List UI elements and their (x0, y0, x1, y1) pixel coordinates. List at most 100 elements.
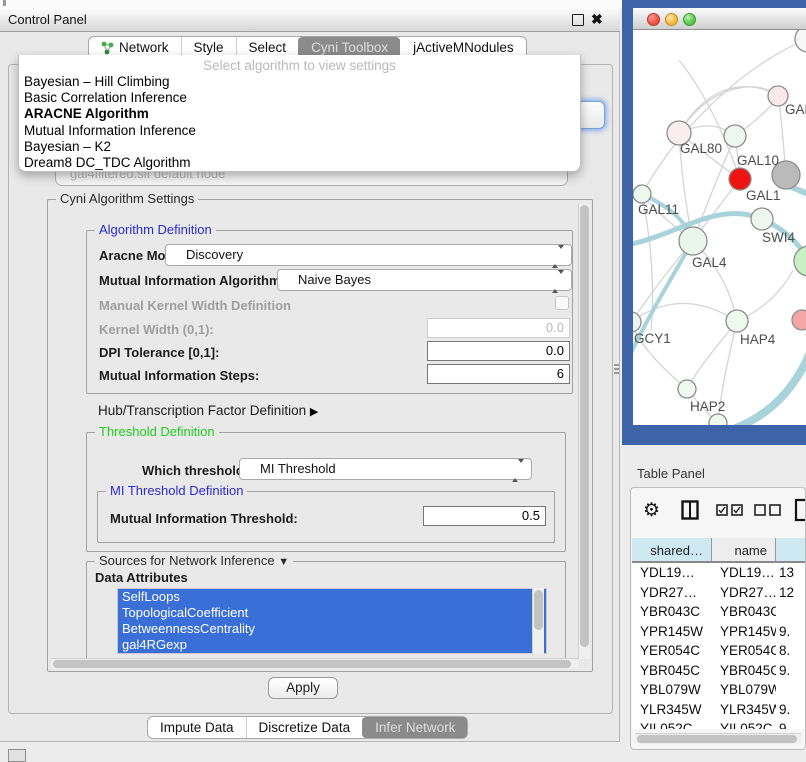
table-row[interactable]: YIL052CYIL052C9 (632, 719, 806, 729)
node-label: GAL4 (692, 255, 727, 270)
float-window-icon[interactable] (572, 14, 584, 26)
sources-title[interactable]: Sources for Network Inference ▼ (95, 554, 293, 569)
algorithm-option[interactable]: Dream8 DC_TDC Algorithm (24, 155, 575, 171)
table-cell: YLR345W (712, 700, 776, 720)
apply-button[interactable]: Apply (268, 677, 338, 699)
table-row[interactable]: YDL19…YDL19…13 (632, 563, 806, 583)
inference-algorithm-combo-fragment[interactable] (579, 101, 605, 129)
minimized-panel-icon[interactable] (8, 749, 26, 762)
attribute-item[interactable]: SelfLoops (118, 589, 546, 605)
table-header-row: shared…name (632, 538, 806, 563)
panel-splitter-handle[interactable] (614, 364, 619, 376)
mi-type-value: Naive Bayes (298, 270, 371, 290)
tab-impute-data[interactable]: Impute Data (148, 717, 246, 738)
expander-down-arrow-icon: ▼ (278, 556, 289, 568)
network-node-gal4[interactable] (679, 227, 707, 255)
algorithm-option[interactable]: Bayesian – K2 (24, 139, 575, 155)
attribute-item[interactable]: BetweennessCentrality (118, 621, 546, 637)
hub-definition-expander[interactable]: Hub/Transcription Factor Definition ▶ (98, 403, 318, 418)
aracne-mode-combo[interactable]: Discovery (165, 244, 572, 266)
combo-arrows-icon (512, 463, 524, 478)
which-threshold-combo[interactable]: MI Threshold (239, 458, 532, 480)
network-node[interactable] (794, 246, 806, 276)
algorithm-option[interactable]: ARACNE Algorithm (24, 106, 575, 122)
screen: Control Panel ✖ NetworkStyleSelectCyni T… (0, 0, 806, 762)
mi-algorithm-type-combo[interactable]: Naive Bayes (277, 269, 572, 291)
dpi-tolerance-field[interactable]: 0.0 (427, 341, 570, 361)
mi-threshold-field[interactable]: 0.5 (423, 506, 546, 526)
table-cell: 9. (776, 700, 806, 720)
table-row[interactable]: YER054CYER054C8. (632, 641, 806, 661)
table-cell: YDR27… (632, 583, 712, 603)
table-cell: YIL052C (632, 719, 712, 729)
settings-group-title: Cyni Algorithm Settings (56, 192, 198, 206)
node-label: SWI4 (762, 230, 795, 245)
mi-steps-field[interactable]: 6 (427, 364, 570, 384)
table-cell (776, 602, 806, 622)
attribute-item[interactable]: gal4RGexp (118, 637, 546, 653)
table-cell: YPR145W (632, 622, 712, 642)
minimize-traffic-light[interactable] (665, 13, 678, 26)
tab-discretize-data[interactable]: Discretize Data (246, 717, 363, 738)
table-cell: YBR043C (712, 602, 776, 622)
table-row[interactable]: YBL079WYBL079W (632, 680, 806, 700)
network-node[interactable] (709, 414, 727, 425)
zoom-traffic-light[interactable] (683, 13, 696, 26)
table-horizontal-scrollbar[interactable] (635, 733, 801, 744)
network-graph: GALGAL80GAL10GAL1GAL11GAL4SWI4GCY1HAP4YH… (633, 30, 806, 425)
attribute-item[interactable]: TopologicalCoefficient (118, 605, 546, 621)
combo-arrows-icon (552, 249, 564, 264)
network-window-titlebar[interactable] (633, 8, 806, 30)
data-attributes-label: Data Attributes (95, 570, 188, 585)
table-row[interactable]: YPR145WYPR145W9. (632, 622, 806, 642)
table-row[interactable]: YLR345WYLR345W9. (632, 700, 806, 720)
attribute-list-scrollbar[interactable] (532, 588, 544, 654)
network-canvas[interactable]: GALGAL80GAL10GAL1GAL11GAL4SWI4GCY1HAP4YH… (633, 30, 806, 425)
kernel-width-field[interactable]: 0.0 (427, 318, 570, 338)
node-attribute-table: shared…name YDL19…YDL19…13YDR27…YDR27…12… (632, 538, 806, 729)
aracne-mode-value: Discovery (186, 245, 243, 265)
settings-horizontal-scrollbar[interactable] (51, 658, 579, 669)
tab-label: Impute Data (160, 717, 234, 738)
network-node-hap4[interactable] (726, 310, 748, 332)
algorithm-option[interactable]: Bayesian – Hill Climbing (24, 74, 575, 90)
network-node-gal11[interactable] (633, 185, 651, 203)
column-header[interactable]: shared… (632, 538, 712, 563)
table-cell: YDL19… (632, 563, 712, 583)
mi-steps-label: Mutual Information Steps: (99, 368, 259, 383)
table-row[interactable]: YBR045CYBR045C9. (632, 661, 806, 681)
column-header[interactable]: name (712, 538, 776, 563)
node-label: GAL10 (737, 153, 779, 168)
table-cell: 9. (776, 622, 806, 642)
cyni-bottom-tabbar: Impute Data Discretize DataInfer Network (147, 716, 468, 739)
network-node-labels: GALGAL80GAL10GAL1GAL11GAL4SWI4GCY1HAP4YH… (634, 102, 806, 414)
close-traffic-light[interactable] (647, 13, 660, 26)
export-table-icon[interactable] (794, 498, 806, 522)
column-view-icon[interactable] (681, 500, 699, 520)
network-node[interactable] (795, 30, 806, 52)
network-node-gcy1[interactable] (633, 312, 641, 332)
algorithm-option[interactable]: Basic Correlation Inference (24, 90, 575, 106)
close-icon[interactable]: ✖ (591, 8, 603, 31)
manual-kernel-checkbox[interactable] (555, 296, 569, 310)
column-header[interactable] (776, 538, 806, 563)
algorithm-option[interactable]: Mutual Information Inference (24, 123, 575, 139)
dropdown-placeholder: Select algorithm to view settings (19, 58, 580, 73)
unchecked-columns-icon[interactable] (754, 504, 782, 516)
table-row[interactable]: YDR27…YDR27…12 (632, 583, 806, 603)
gear-icon[interactable]: ⚙ (643, 500, 660, 522)
network-node-swi4[interactable] (751, 208, 773, 230)
table-row[interactable]: YBR043CYBR043C (632, 602, 806, 622)
checked-columns-icon[interactable] (716, 504, 744, 516)
hub-definition-label: Hub/Transcription Factor Definition (98, 403, 306, 418)
settings-vertical-scrollbar[interactable] (578, 203, 590, 659)
network-node-gal1[interactable] (729, 168, 751, 190)
control-panel-titlebar[interactable] (0, 8, 620, 32)
dpi-tolerance-label: DPI Tolerance [0,1]: (99, 345, 219, 360)
network-node-hap2[interactable] (678, 380, 696, 398)
table-cell: YBR045C (632, 661, 712, 681)
algorithm-dropdown: Select algorithm to view settings Bayesi… (18, 55, 581, 172)
network-node-gal10[interactable] (724, 125, 746, 147)
network-node-y[interactable] (792, 310, 806, 330)
tab-infer-network[interactable]: Infer Network (362, 717, 467, 738)
